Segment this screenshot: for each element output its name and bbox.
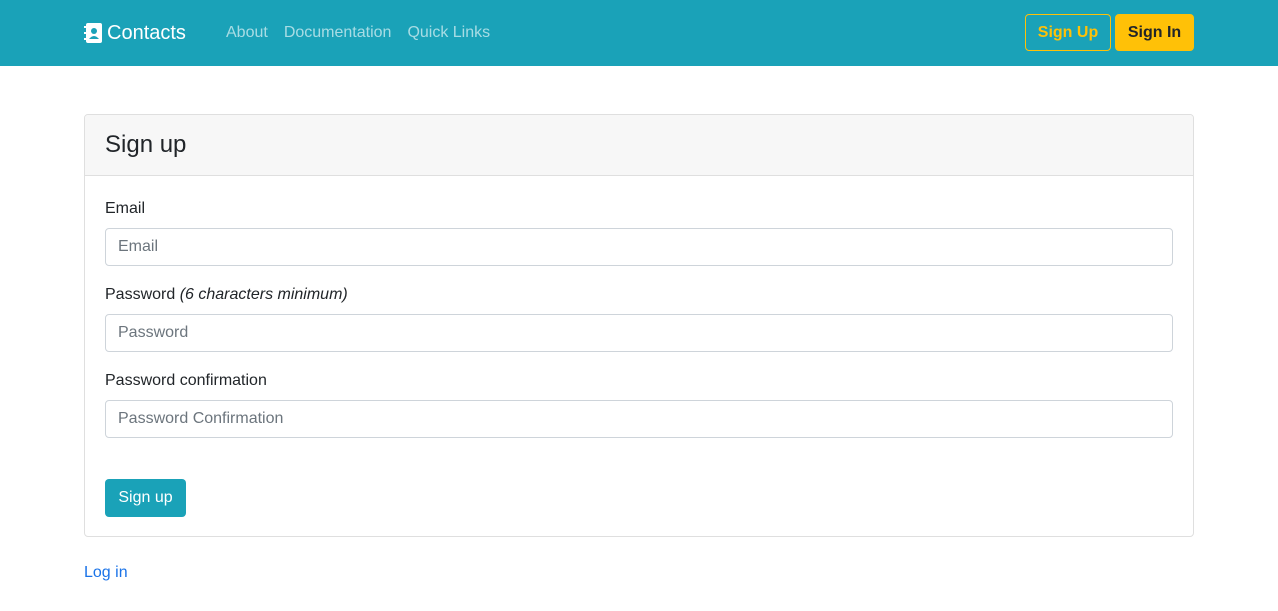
- password-field[interactable]: [105, 314, 1173, 352]
- brand-name: Contacts: [107, 21, 186, 44]
- password-confirmation-label: Password confirmation: [105, 372, 267, 389]
- signup-card: Sign up Email Password (6 characters min…: [84, 114, 1194, 537]
- email-label: Email: [105, 200, 146, 217]
- sign-up-submit-button[interactable]: Sign up: [105, 479, 186, 517]
- password-confirmation-field[interactable]: [105, 400, 1173, 438]
- nav-link-documentation[interactable]: Documentation: [284, 23, 392, 43]
- password-hint: (6 characters minimum): [179, 286, 348, 303]
- top-navbar: Contacts About Documentation Quick Links…: [0, 0, 1278, 66]
- nav-link-about[interactable]: About: [226, 23, 268, 43]
- nav-sign-up-button[interactable]: Sign Up: [1025, 14, 1111, 51]
- contact-book-icon: [84, 23, 102, 43]
- page-title: Sign up: [105, 131, 187, 158]
- brand-link[interactable]: Contacts: [84, 20, 186, 46]
- password-label-text: Password: [105, 286, 176, 303]
- log-in-link[interactable]: Log in: [84, 563, 128, 583]
- nav-links: About Documentation Quick Links: [226, 23, 506, 43]
- nav-link-quick-links[interactable]: Quick Links: [407, 23, 490, 43]
- nav-sign-in-button[interactable]: Sign In: [1115, 14, 1194, 51]
- email-field[interactable]: [105, 228, 1173, 266]
- password-label: Password (6 characters minimum): [105, 285, 348, 305]
- card-header: Sign up: [85, 115, 1193, 176]
